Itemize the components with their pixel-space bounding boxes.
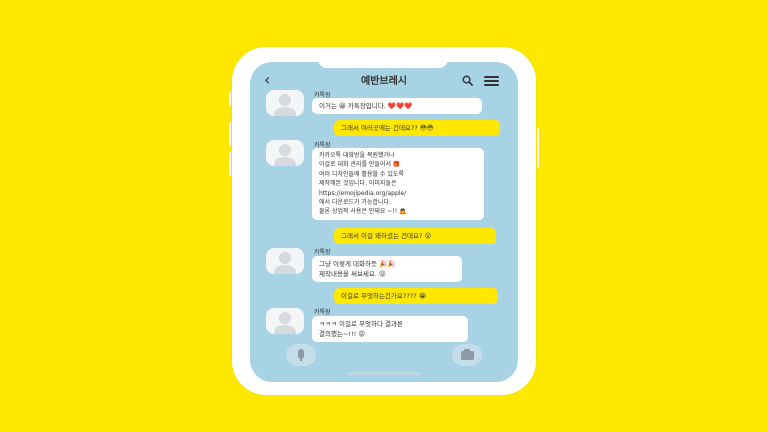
microphone-stand bbox=[300, 358, 302, 361]
camera-icon bbox=[461, 351, 474, 360]
incoming-message: 카카오톡 대화방을 복원했거나 이걸로 대화 관리를 만들어서 🎁 여러 디자인… bbox=[312, 148, 484, 220]
outgoing-message: 그래서 여러곳에는 건데요?? 😳😳 bbox=[334, 120, 500, 136]
incoming-message: 이거는 😀 카톡장입니다. ❤️❤️❤️ bbox=[312, 98, 482, 114]
avatar[interactable] bbox=[266, 248, 304, 274]
camera-button[interactable] bbox=[452, 344, 482, 366]
microphone-button[interactable] bbox=[286, 344, 316, 366]
chat-screen: ‹ 예반브레시 카톡장 이거는 😀 카톡장입니다. ❤️❤️❤️ 그래서 여러곳… bbox=[250, 62, 518, 382]
incoming-message: ㅋㅋㅋ 이걸로 무엇하다 결과론 결의했는~!!! 😝 bbox=[312, 316, 468, 342]
sender-name: 카톡장 bbox=[314, 309, 331, 316]
avatar[interactable] bbox=[266, 308, 304, 334]
chat-title: 예반브레시 bbox=[361, 76, 407, 87]
avatar[interactable] bbox=[266, 90, 304, 116]
search-icon[interactable] bbox=[462, 75, 473, 86]
avatar[interactable] bbox=[266, 140, 304, 166]
menu-icon[interactable] bbox=[484, 76, 499, 86]
incoming-message: 그냥 이렇게 대화하듯 🎉🎉 제작내용을 써보세요. 😜 bbox=[312, 256, 462, 282]
phone-notch bbox=[318, 59, 448, 68]
outgoing-message: 이걸로 무엇하는건가요???? 😭 bbox=[334, 288, 498, 304]
sender-name: 카톡장 bbox=[314, 249, 331, 256]
home-indicator[interactable] bbox=[348, 372, 420, 375]
outgoing-message: 그래서 이걸 왜하셨는 건데요? 😮 bbox=[334, 228, 496, 244]
